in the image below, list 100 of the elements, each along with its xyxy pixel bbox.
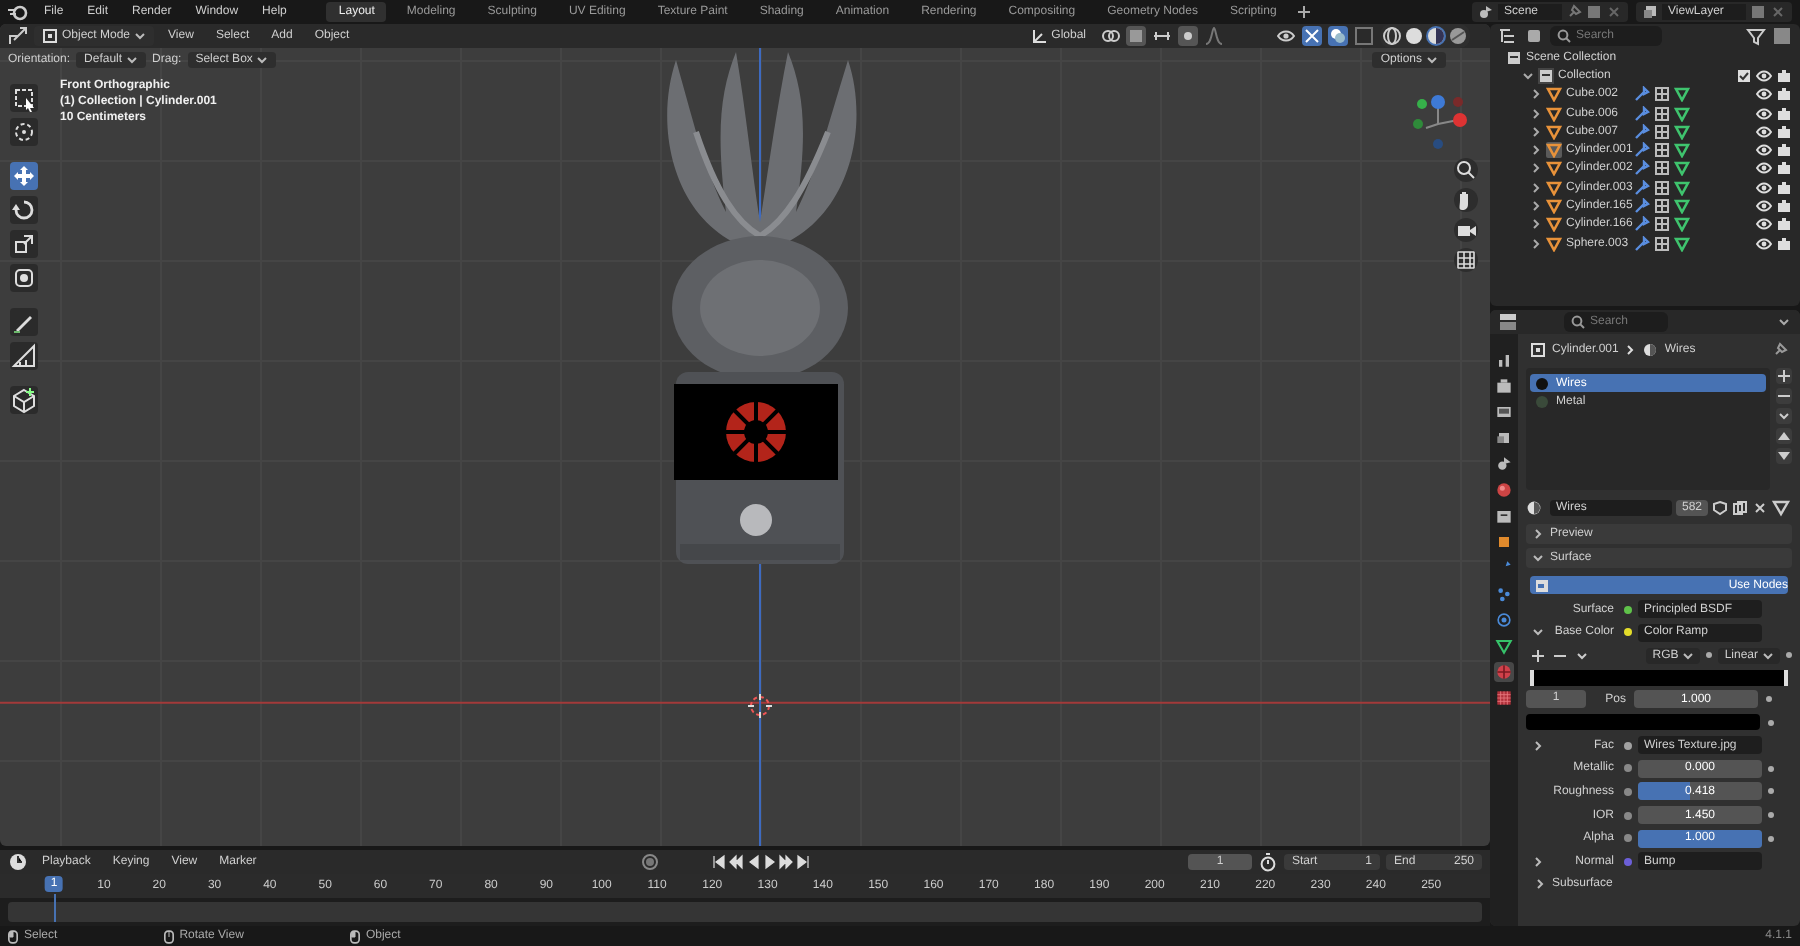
eye-icon[interactable]: [1756, 123, 1772, 140]
material-browse-icon[interactable]: [1526, 498, 1546, 518]
tool-button[interactable]: [10, 308, 38, 336]
material-slots-icon[interactable]: [1654, 105, 1670, 122]
fake-user-icon[interactable]: [1712, 500, 1728, 516]
record-icon[interactable]: [640, 852, 661, 872]
tool-button[interactable]: [10, 342, 38, 370]
editor-type-icon[interactable]: [8, 26, 28, 46]
wrench-icon[interactable]: [1634, 198, 1650, 215]
tool-button[interactable]: [10, 264, 38, 292]
material-slots-icon[interactable]: [1654, 179, 1670, 196]
mesh-object-icon[interactable]: [1546, 86, 1562, 103]
tool-button[interactable]: [10, 118, 38, 146]
properties-tab[interactable]: [1494, 480, 1514, 500]
eye-icon[interactable]: [1756, 216, 1772, 233]
shading-mode-icon[interactable]: [1382, 26, 1402, 46]
timeline-track[interactable]: [8, 902, 1482, 922]
editor-type-icon[interactable]: [1498, 312, 1518, 332]
camera-icon[interactable]: [1776, 235, 1792, 252]
properties-tab[interactable]: [1494, 402, 1514, 422]
keyframe-dot[interactable]: [1706, 652, 1713, 659]
wrench-icon[interactable]: [1634, 86, 1650, 103]
keyframe-dot[interactable]: [1768, 812, 1774, 819]
eye-icon[interactable]: [1756, 142, 1772, 159]
new-collection-icon[interactable]: [1772, 26, 1792, 46]
socket-dot[interactable]: [1624, 605, 1632, 614]
properties-tab[interactable]: [1494, 532, 1514, 552]
properties-tab[interactable]: [1494, 610, 1514, 630]
material-slots-icon[interactable]: [1654, 86, 1670, 103]
eye-icon[interactable]: [1756, 198, 1772, 215]
camera-icon[interactable]: [1776, 216, 1792, 233]
socket-dot[interactable]: [1624, 811, 1632, 820]
socket-dot[interactable]: [1624, 741, 1632, 750]
expand-caret-icon[interactable]: [1534, 878, 1546, 891]
mesh-object-icon[interactable]: [1546, 198, 1562, 215]
keyframe-dot[interactable]: [1768, 765, 1774, 772]
properties-tab[interactable]: [1494, 350, 1514, 370]
camera-icon[interactable]: [1776, 67, 1792, 84]
tool-button[interactable]: [10, 196, 38, 224]
camera-icon[interactable]: [1776, 123, 1792, 140]
wrench-icon[interactable]: [1634, 179, 1650, 196]
mesh-object-icon[interactable]: [1546, 142, 1562, 159]
wrench-icon[interactable]: [1634, 123, 1650, 140]
camera-icon[interactable]: [1776, 179, 1792, 196]
expand-caret-icon[interactable]: [1532, 855, 1544, 868]
expand-caret-icon[interactable]: [1532, 739, 1544, 752]
wrench-icon[interactable]: [1634, 142, 1650, 159]
tool-button[interactable]: [10, 386, 38, 414]
new-layer-icon[interactable]: [1750, 4, 1766, 20]
camera-icon[interactable]: [1776, 198, 1792, 215]
keyframe-dot[interactable]: [1768, 788, 1774, 795]
tool-button[interactable]: [10, 84, 38, 112]
checkbox-icon[interactable]: [1736, 67, 1752, 84]
mesh-object-icon[interactable]: [1546, 216, 1562, 233]
socket-dot[interactable]: [1624, 764, 1632, 773]
remove-slot-icon[interactable]: [1776, 388, 1792, 404]
camera-icon[interactable]: [1776, 86, 1792, 103]
mesh-object-icon[interactable]: [1546, 160, 1562, 177]
shading-mode-icon[interactable]: [1448, 26, 1468, 46]
stopwatch-icon[interactable]: [1258, 852, 1279, 872]
color-ramp[interactable]: [1530, 669, 1788, 686]
wrench-icon[interactable]: [1634, 216, 1650, 233]
display-mode-icon[interactable]: [1524, 26, 1544, 46]
plus-icon[interactable]: [1530, 647, 1546, 664]
properties-tab[interactable]: [1494, 506, 1514, 526]
socket-dot[interactable]: [1624, 787, 1632, 796]
material-slots-icon[interactable]: [1654, 123, 1670, 140]
pin-icon[interactable]: [1566, 4, 1582, 20]
new-scene-icon[interactable]: [1586, 4, 1602, 20]
material-slots-icon[interactable]: [1654, 160, 1670, 177]
material-slots-icon[interactable]: [1654, 198, 1670, 215]
caret-icon[interactable]: [1776, 314, 1792, 330]
falloff-icon[interactable]: [1204, 26, 1224, 46]
shading-mode-icon[interactable]: [1404, 26, 1424, 46]
properties-tab[interactable]: [1494, 376, 1514, 396]
snap-grid-icon[interactable]: [1152, 26, 1172, 46]
visibility-icon[interactable]: [1276, 26, 1296, 46]
playback-controls-icon[interactable]: [712, 854, 813, 870]
caret-icon[interactable]: [1574, 647, 1590, 664]
grid-icon[interactable]: [1454, 248, 1478, 272]
move-up-icon[interactable]: [1776, 428, 1792, 444]
pivot-icon[interactable]: [1100, 26, 1120, 46]
shading-mode-icon[interactable]: [1426, 26, 1446, 46]
filter-icon[interactable]: [1746, 26, 1766, 46]
caret-icon[interactable]: [1776, 408, 1792, 424]
wrench-icon[interactable]: [1634, 105, 1650, 122]
properties-tab[interactable]: [1494, 636, 1514, 656]
eye-icon[interactable]: [1756, 179, 1772, 196]
mesh-data-icon[interactable]: [1772, 498, 1792, 518]
clock-icon[interactable]: [8, 852, 28, 872]
properties-tab[interactable]: [1494, 688, 1514, 708]
mesh-object-icon[interactable]: [1546, 179, 1562, 196]
mesh-object-icon[interactable]: [1546, 123, 1562, 140]
pin-icon[interactable]: [1772, 342, 1788, 358]
wrench-icon[interactable]: [1634, 235, 1650, 252]
camera-icon[interactable]: [1454, 218, 1478, 242]
eye-icon[interactable]: [1756, 160, 1772, 177]
eye-icon[interactable]: [1756, 86, 1772, 103]
zoom-icon[interactable]: [1454, 158, 1478, 182]
properties-tab[interactable]: [1494, 454, 1514, 474]
